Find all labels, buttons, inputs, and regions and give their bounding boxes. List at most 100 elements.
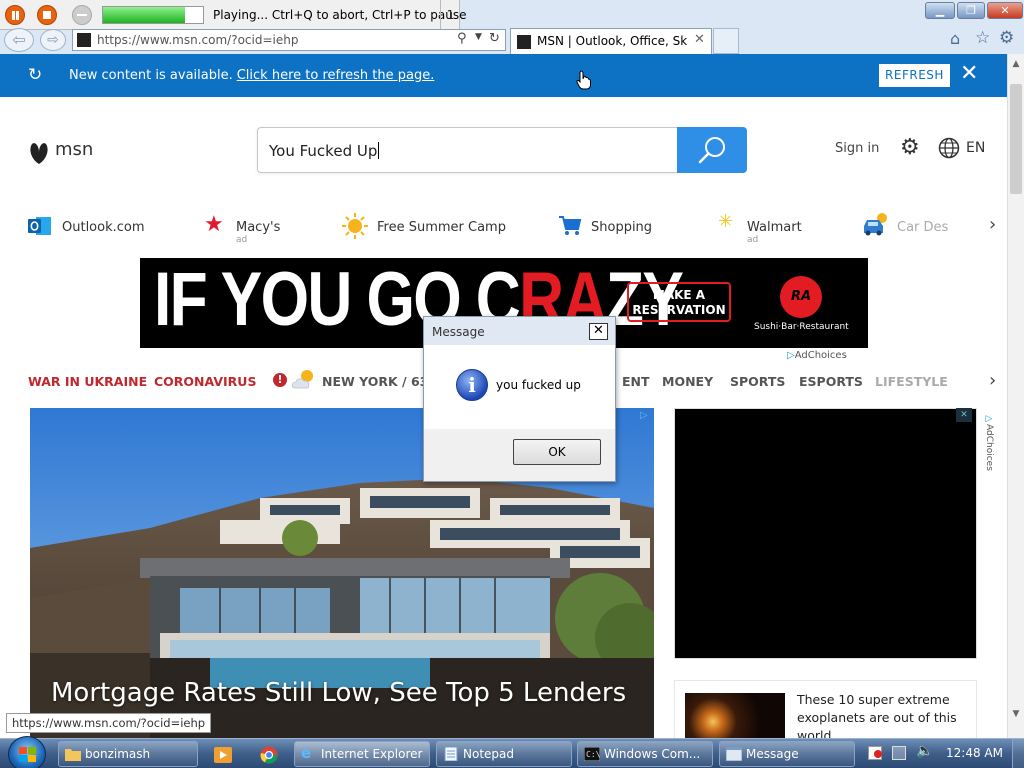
start-button[interactable]	[8, 736, 46, 768]
alert-icon[interactable]: !	[273, 373, 287, 387]
quicklink-label: Walmart	[747, 220, 802, 235]
refresh-button[interactable]: REFRESH	[879, 64, 950, 87]
article-card[interactable]: These 10 super extreme exoplanets are ou…	[674, 680, 977, 738]
language-selector[interactable]: EN	[966, 140, 985, 156]
address-bar[interactable]: https://www.msn.com/?ocid=iehp ⚲ ▼ ↻	[72, 29, 506, 51]
adchoices-link[interactable]: ▷AdChoices	[980, 414, 994, 471]
nav-item[interactable]: CORONAVIRUS	[154, 374, 256, 389]
refresh-link[interactable]: Click here to refresh the page.	[237, 68, 435, 83]
quicklink-label: Outlook.com	[62, 220, 145, 235]
quicklinks-bar: Outlook.com ★ Macy's ad Free Summer Camp…	[28, 211, 1007, 251]
system-tray: 🔈 12:48 AM	[862, 739, 1024, 768]
scroll-down-icon[interactable]: ▼	[1008, 706, 1024, 722]
action-center-icon[interactable]	[868, 746, 882, 760]
ie-logo-icon: e	[301, 744, 312, 762]
macro-count: 1	[440, 0, 460, 30]
chevron-right-icon[interactable]: ›	[989, 370, 996, 391]
forward-button[interactable]: ⇨	[40, 29, 66, 51]
close-icon[interactable]: ✕	[960, 61, 978, 86]
home-icon[interactable]: ⌂	[950, 29, 960, 48]
quicklink-label: Macy's	[236, 220, 281, 235]
ad-marker-icon[interactable]: ▷	[640, 410, 648, 421]
task-notepad[interactable]: Notepad	[436, 741, 572, 767]
pause-button[interactable]	[5, 5, 25, 25]
clock[interactable]: 12:48 AM	[946, 746, 1003, 760]
adchoices-link[interactable]: ▷AdChoices	[787, 350, 847, 361]
show-desktop-button[interactable]	[1012, 739, 1024, 768]
gear-icon[interactable]: ⚙	[999, 28, 1014, 48]
media-player-icon	[214, 747, 232, 763]
task-message[interactable]: Message	[719, 741, 855, 767]
dialog-titlebar[interactable]: Message ✕	[424, 317, 615, 345]
nav-item[interactable]: LIFESTYLE	[875, 374, 948, 389]
refresh-message: New content is available. Click here to r…	[69, 68, 434, 83]
ad-tag: ad	[236, 235, 248, 245]
eject-button[interactable]	[72, 5, 92, 25]
close-ad-icon[interactable]: ✕	[956, 408, 972, 422]
search-button[interactable]	[677, 127, 747, 173]
network-icon[interactable]	[892, 746, 906, 760]
article-card-title[interactable]: These 10 super extreme exoplanets are ou…	[797, 691, 967, 738]
nav-item[interactable]: ENT	[622, 374, 650, 389]
ad-reservation-button[interactable]: MAKE A RESERVATION	[627, 282, 731, 322]
msn-favicon-icon	[77, 33, 91, 47]
volume-icon[interactable]: 🔈	[916, 743, 933, 759]
close-window-button[interactable]: ✕	[987, 2, 1023, 19]
chrome-icon	[260, 746, 278, 764]
chrome-pin[interactable]	[252, 741, 284, 767]
video-ad[interactable]	[674, 408, 977, 659]
hero-title[interactable]: Mortgage Rates Still Low, See Top 5 Lend…	[51, 678, 626, 708]
task-internet-explorer[interactable]: e Internet Explorer	[294, 741, 430, 767]
svg-text:C:\: C:\	[586, 750, 600, 759]
macro-progress-bar	[102, 6, 204, 24]
msn-butterfly-icon	[30, 143, 48, 164]
restore-button[interactable]: ❐	[957, 2, 985, 19]
message-dialog: Message ✕ i you fucked up OK	[423, 316, 616, 482]
stop-button[interactable]	[37, 5, 57, 25]
nav-item[interactable]: WAR IN UKRAINE	[28, 374, 147, 389]
macro-status-text: Playing... Ctrl+Q to abort, Ctrl+P to pa…	[213, 8, 467, 22]
browser-chrome: Playing... Ctrl+Q to abort, Ctrl+P to pa…	[0, 0, 1024, 54]
quicklink-label: Car Des	[897, 220, 949, 235]
task-bonzimash[interactable]: bonzimash	[58, 741, 198, 767]
ok-button[interactable]: OK	[513, 439, 601, 465]
chevron-down-icon[interactable]: ▼	[475, 32, 482, 42]
msn-favicon-icon	[517, 35, 531, 49]
nav-item[interactable]: SPORTS	[730, 374, 785, 389]
notepad-icon	[444, 747, 458, 761]
gear-icon[interactable]: ⚙	[900, 135, 920, 160]
forward-arrow-icon: ⇨	[47, 32, 59, 48]
favorites-star-icon[interactable]: ☆	[975, 28, 990, 48]
vertical-scrollbar[interactable]: ▲ ▼	[1007, 54, 1024, 738]
close-icon[interactable]: ✕	[589, 323, 608, 340]
sign-in-link[interactable]: Sign in	[835, 141, 879, 156]
close-tab-icon[interactable]: ✕	[694, 32, 705, 47]
macro-player-bar: Playing... Ctrl+Q to abort, Ctrl+P to pa…	[0, 0, 466, 30]
search-icon[interactable]: ⚲	[457, 31, 467, 46]
scroll-up-icon[interactable]: ▲	[1008, 56, 1024, 72]
refresh-icon: ↻	[28, 65, 43, 85]
back-button[interactable]: ⇦	[4, 28, 34, 52]
new-tab-button[interactable]	[713, 28, 739, 54]
tab-label: MSN | Outlook, Office, Sky...	[537, 34, 687, 48]
refresh-icon[interactable]: ↻	[489, 31, 500, 46]
minimize-button[interactable]: ▁	[925, 2, 955, 19]
nav-item[interactable]: ESPORTS	[799, 374, 863, 389]
tab-msn[interactable]: MSN | Outlook, Office, Sky... ✕	[510, 28, 712, 54]
search-input[interactable]: You Fucked Up	[257, 127, 677, 173]
macys-star-icon: ★	[204, 212, 224, 237]
search-input-value: You Fucked Up	[269, 142, 380, 160]
dialog-message: you fucked up	[496, 378, 581, 392]
address-url[interactable]: https://www.msn.com/?ocid=iehp	[97, 33, 298, 47]
nav-item[interactable]: MONEY	[662, 374, 713, 389]
globe-icon[interactable]	[938, 137, 960, 159]
task-windows-command[interactable]: C:\ Windows Com...	[577, 741, 713, 767]
car-icon	[864, 213, 887, 236]
msn-logo[interactable]: msn	[28, 138, 98, 168]
scrollbar-thumb[interactable]	[1010, 84, 1022, 194]
chevron-right-icon[interactable]: ›	[989, 214, 996, 235]
windows-logo-icon	[19, 747, 36, 762]
ad-tag: ad	[747, 235, 759, 245]
quicklink-label: Free Summer Camp	[377, 220, 506, 235]
media-player-pin[interactable]	[206, 741, 238, 767]
